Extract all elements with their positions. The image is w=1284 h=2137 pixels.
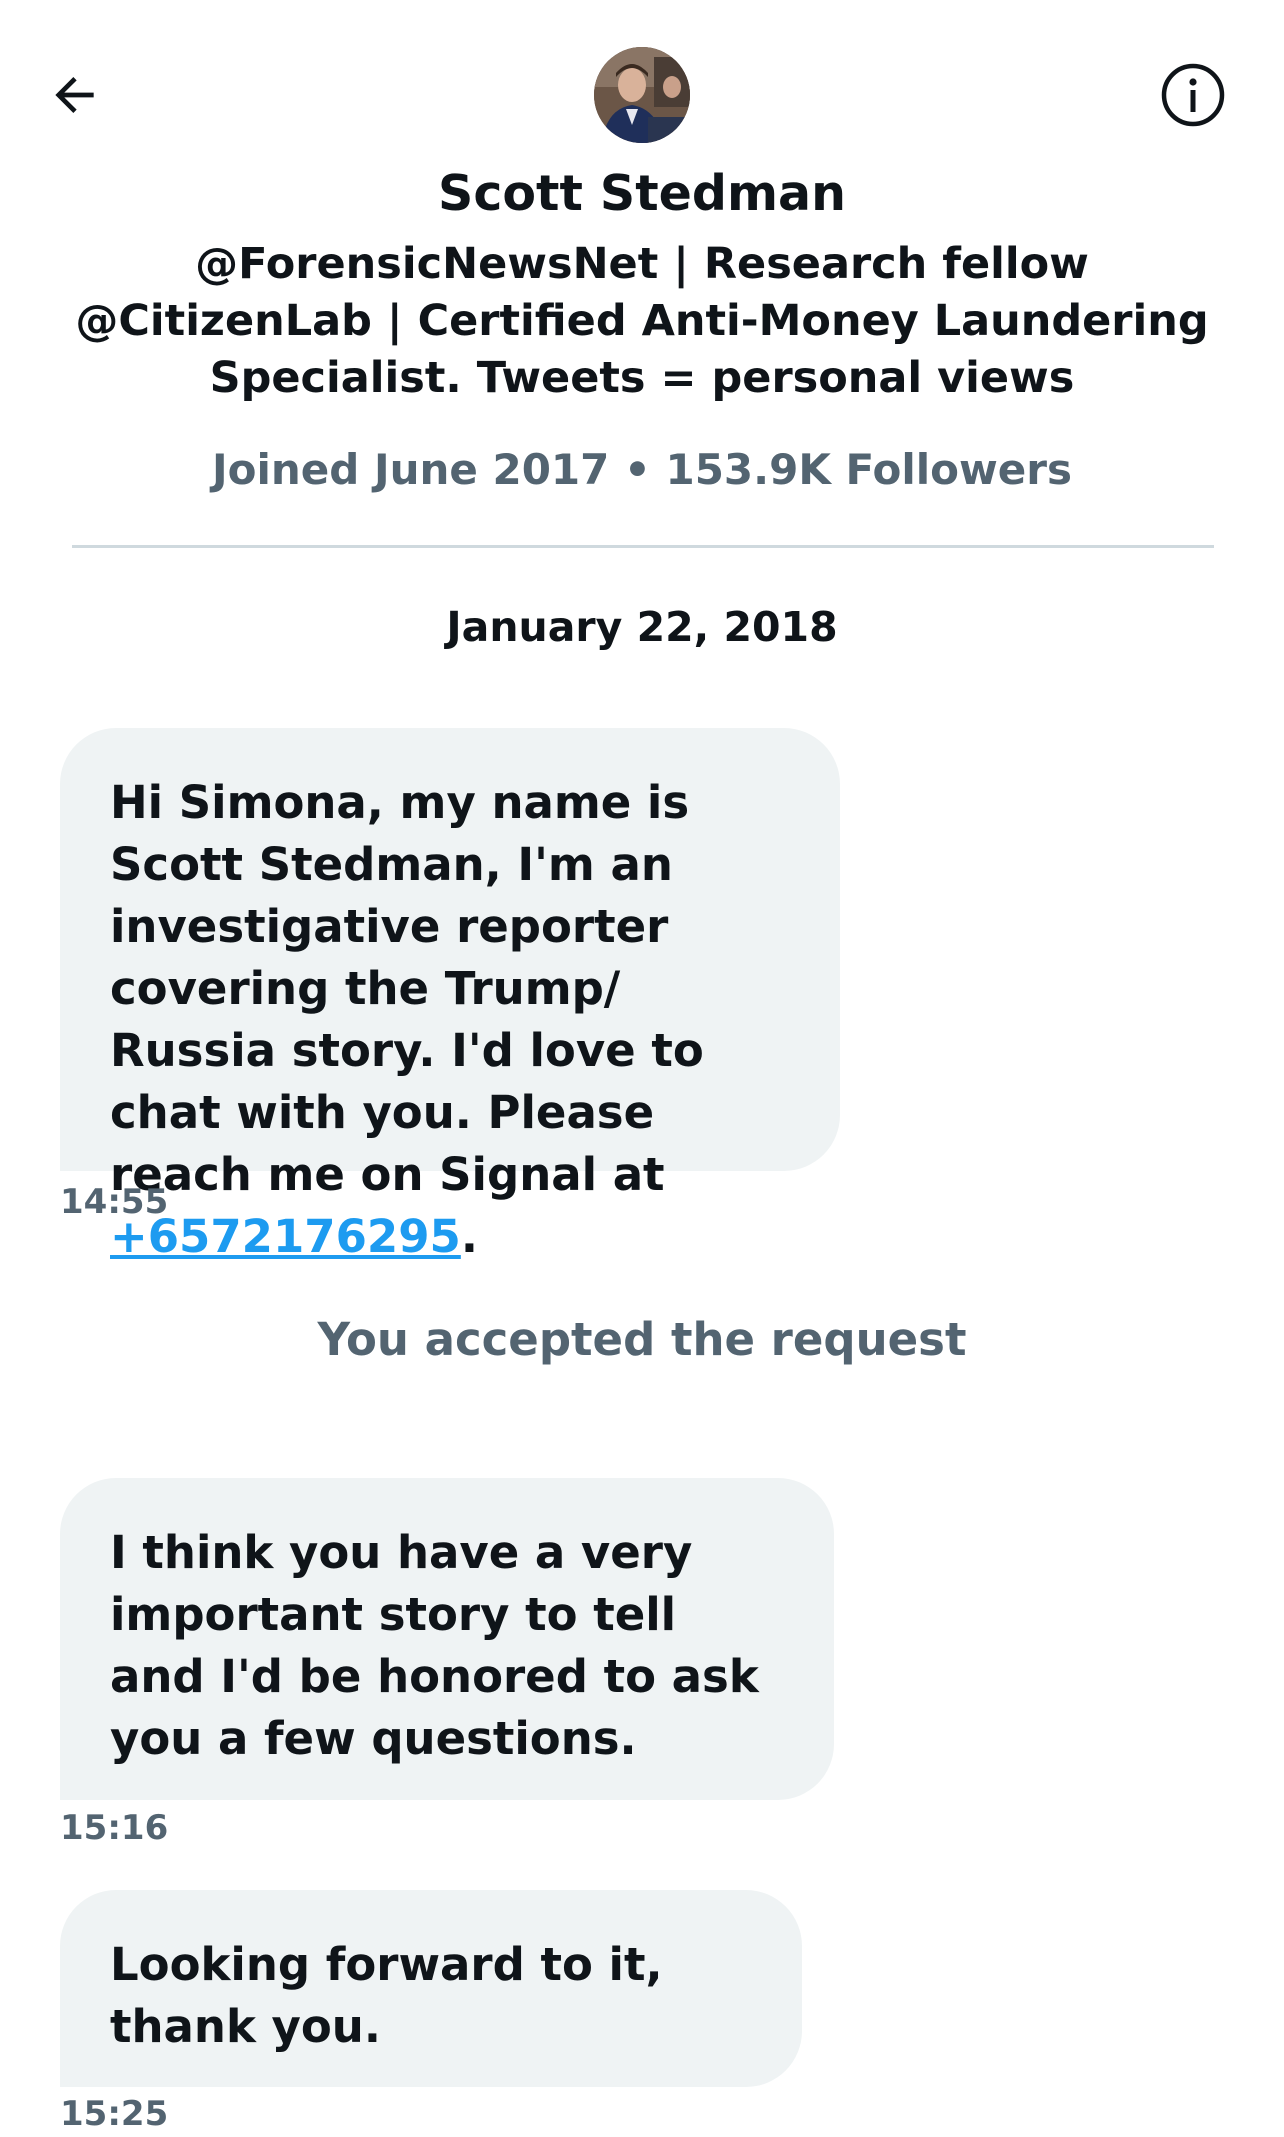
conversation-header: Scott Stedman @ForensicNewsNet | Researc… — [0, 0, 1284, 550]
info-button[interactable] — [1158, 60, 1228, 130]
message-bubble[interactable]: Hi Simona, my name is Scott Stedman, I'm… — [60, 728, 840, 1263]
avatar-photo — [594, 47, 690, 143]
back-button[interactable] — [40, 60, 110, 130]
message-timestamp: 15:25 — [60, 2094, 169, 2134]
arrow-left-icon — [55, 77, 94, 113]
message-timestamp: 15:16 — [60, 1808, 169, 1848]
divider — [72, 545, 1214, 548]
message-text-end: . — [460, 1210, 478, 1263]
date-separator: January 22, 2018 — [446, 603, 838, 651]
profile-meta: Joined June 2017 • 153.9K Followers — [212, 445, 1072, 494]
message-timestamp: 14:55 — [60, 1182, 169, 1222]
avatar[interactable] — [594, 47, 690, 143]
message-text: Hi Simona, my name is Scott Stedman, I'm… — [110, 776, 704, 1201]
message-bubble[interactable]: I think you have a very important story … — [60, 1478, 834, 1800]
profile-name[interactable]: Scott Stedman — [0, 160, 1284, 228]
message-text: I think you have a very important story … — [110, 1526, 759, 1765]
message-text: Looking forward to it, thank you. — [110, 1938, 663, 2053]
info-circle-icon — [1161, 63, 1225, 127]
profile-bio: @ForensicNewsNet | Research fellow @Citi… — [75, 239, 1209, 403]
message-bubble[interactable]: Looking forward to it, thank you. — [60, 1890, 802, 2087]
request-accepted-note: You accepted the request — [317, 1313, 967, 1366]
